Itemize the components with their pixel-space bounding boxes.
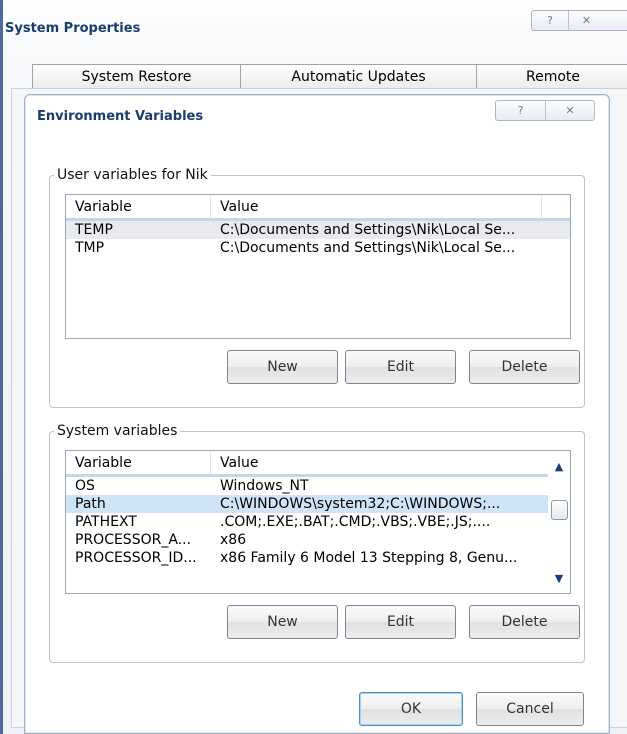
close-icon[interactable]: ✕ [544, 101, 594, 120]
scroll-thumb[interactable] [551, 500, 568, 520]
user-variables-list-header: Variable Value [66, 195, 570, 221]
variable-name: TEMP [75, 222, 113, 238]
tab-automatic-updates[interactable]: Automatic Updates [240, 64, 477, 88]
column-header-value[interactable]: Value [211, 451, 511, 475]
tab-system-restore[interactable]: System Restore [32, 64, 241, 88]
variable-name: OS [75, 478, 95, 494]
variable-value: Windows_NT [220, 478, 309, 494]
user-variables-legend: User variables for Nik [54, 167, 211, 183]
variable-value: C:\Documents and Settings\Nik\Local Se..… [220, 240, 516, 256]
list-item[interactable]: PROCESSOR_A... x86 [66, 531, 548, 549]
system-variables-list-header: Variable Value [66, 451, 548, 477]
list-item-selected[interactable]: Path C:\WINDOWS\system32;C:\WINDOWS;... [66, 495, 548, 513]
user-edit-button[interactable]: Edit [345, 350, 456, 384]
environment-variables-dialog: Environment Variables ? ✕ User variables… [24, 94, 610, 734]
dialog-client-area: User variables for Nik Variable Value TE… [34, 138, 600, 728]
user-variables-rows: TEMP C:\Documents and Settings\Nik\Local… [66, 221, 570, 257]
variable-name: Path [75, 496, 106, 512]
variable-name: TMP [75, 240, 105, 256]
list-item[interactable]: TEMP C:\Documents and Settings\Nik\Local… [66, 221, 570, 239]
cancel-button[interactable]: Cancel [476, 692, 584, 726]
scroll-up-arrow-icon[interactable]: ▲ [549, 456, 569, 476]
variable-value: x86 Family 6 Model 13 Stepping 8, Genu..… [220, 550, 518, 566]
environment-variables-title: Environment Variables [37, 109, 204, 124]
column-header-value[interactable]: Value [211, 195, 542, 219]
list-item[interactable]: TMP C:\Documents and Settings\Nik\Local … [66, 239, 570, 257]
user-variables-group: User variables for Nik Variable Value TE… [49, 167, 585, 408]
list-item[interactable]: PATHEXT .COM;.EXE;.BAT;.CMD;.VBS;.VBE;.J… [66, 513, 548, 531]
user-variables-list[interactable]: Variable Value TEMP C:\Documents and Set… [65, 194, 571, 339]
system-variables-list[interactable]: Variable Value OS Windows_NT Path C:\WIN… [65, 450, 571, 594]
variable-value: C:\Documents and Settings\Nik\Local Se..… [220, 222, 516, 238]
system-new-button[interactable]: New [227, 605, 338, 639]
system-properties-tabs: System Restore Automatic Updates Remote [32, 64, 627, 88]
system-variables-legend: System variables [54, 423, 181, 439]
column-header-variable[interactable]: Variable [66, 195, 211, 219]
environment-variables-caption-buttons: ? ✕ [495, 100, 595, 121]
variable-name: PROCESSOR_ID... [75, 550, 197, 566]
variable-value: .COM;.EXE;.BAT;.CMD;.VBS;.VBE;.JS;.... [220, 514, 491, 530]
scroll-down-arrow-icon[interactable]: ▼ [549, 568, 569, 588]
system-variables-group: System variables Variable Value OS Windo… [49, 423, 585, 663]
user-new-button[interactable]: New [227, 350, 338, 384]
close-icon[interactable]: ✕ [568, 11, 604, 30]
variable-name: PROCESSOR_A... [75, 532, 192, 548]
system-variables-rows: OS Windows_NT Path C:\WINDOWS\system32;C… [66, 477, 548, 567]
variable-name: PATHEXT [75, 514, 137, 530]
column-header-variable[interactable]: Variable [66, 451, 211, 475]
system-properties-title: System Properties [5, 21, 141, 36]
tab-remote[interactable]: Remote [476, 64, 627, 88]
variable-value: x86 [220, 532, 247, 548]
help-icon[interactable]: ? [496, 101, 545, 120]
list-item[interactable]: PROCESSOR_ID... x86 Family 6 Model 13 St… [66, 549, 548, 567]
system-delete-button[interactable]: Delete [469, 605, 580, 639]
system-properties-caption-buttons: ? ✕ [531, 10, 627, 31]
system-variables-scrollbar[interactable]: ▲ ▼ [549, 452, 569, 592]
ok-button[interactable]: OK [359, 692, 463, 726]
list-item[interactable]: OS Windows_NT [66, 477, 548, 495]
variable-value: C:\WINDOWS\system32;C:\WINDOWS;... [220, 496, 501, 512]
system-edit-button[interactable]: Edit [345, 605, 456, 639]
user-delete-button[interactable]: Delete [469, 350, 580, 384]
help-icon[interactable]: ? [532, 11, 568, 30]
